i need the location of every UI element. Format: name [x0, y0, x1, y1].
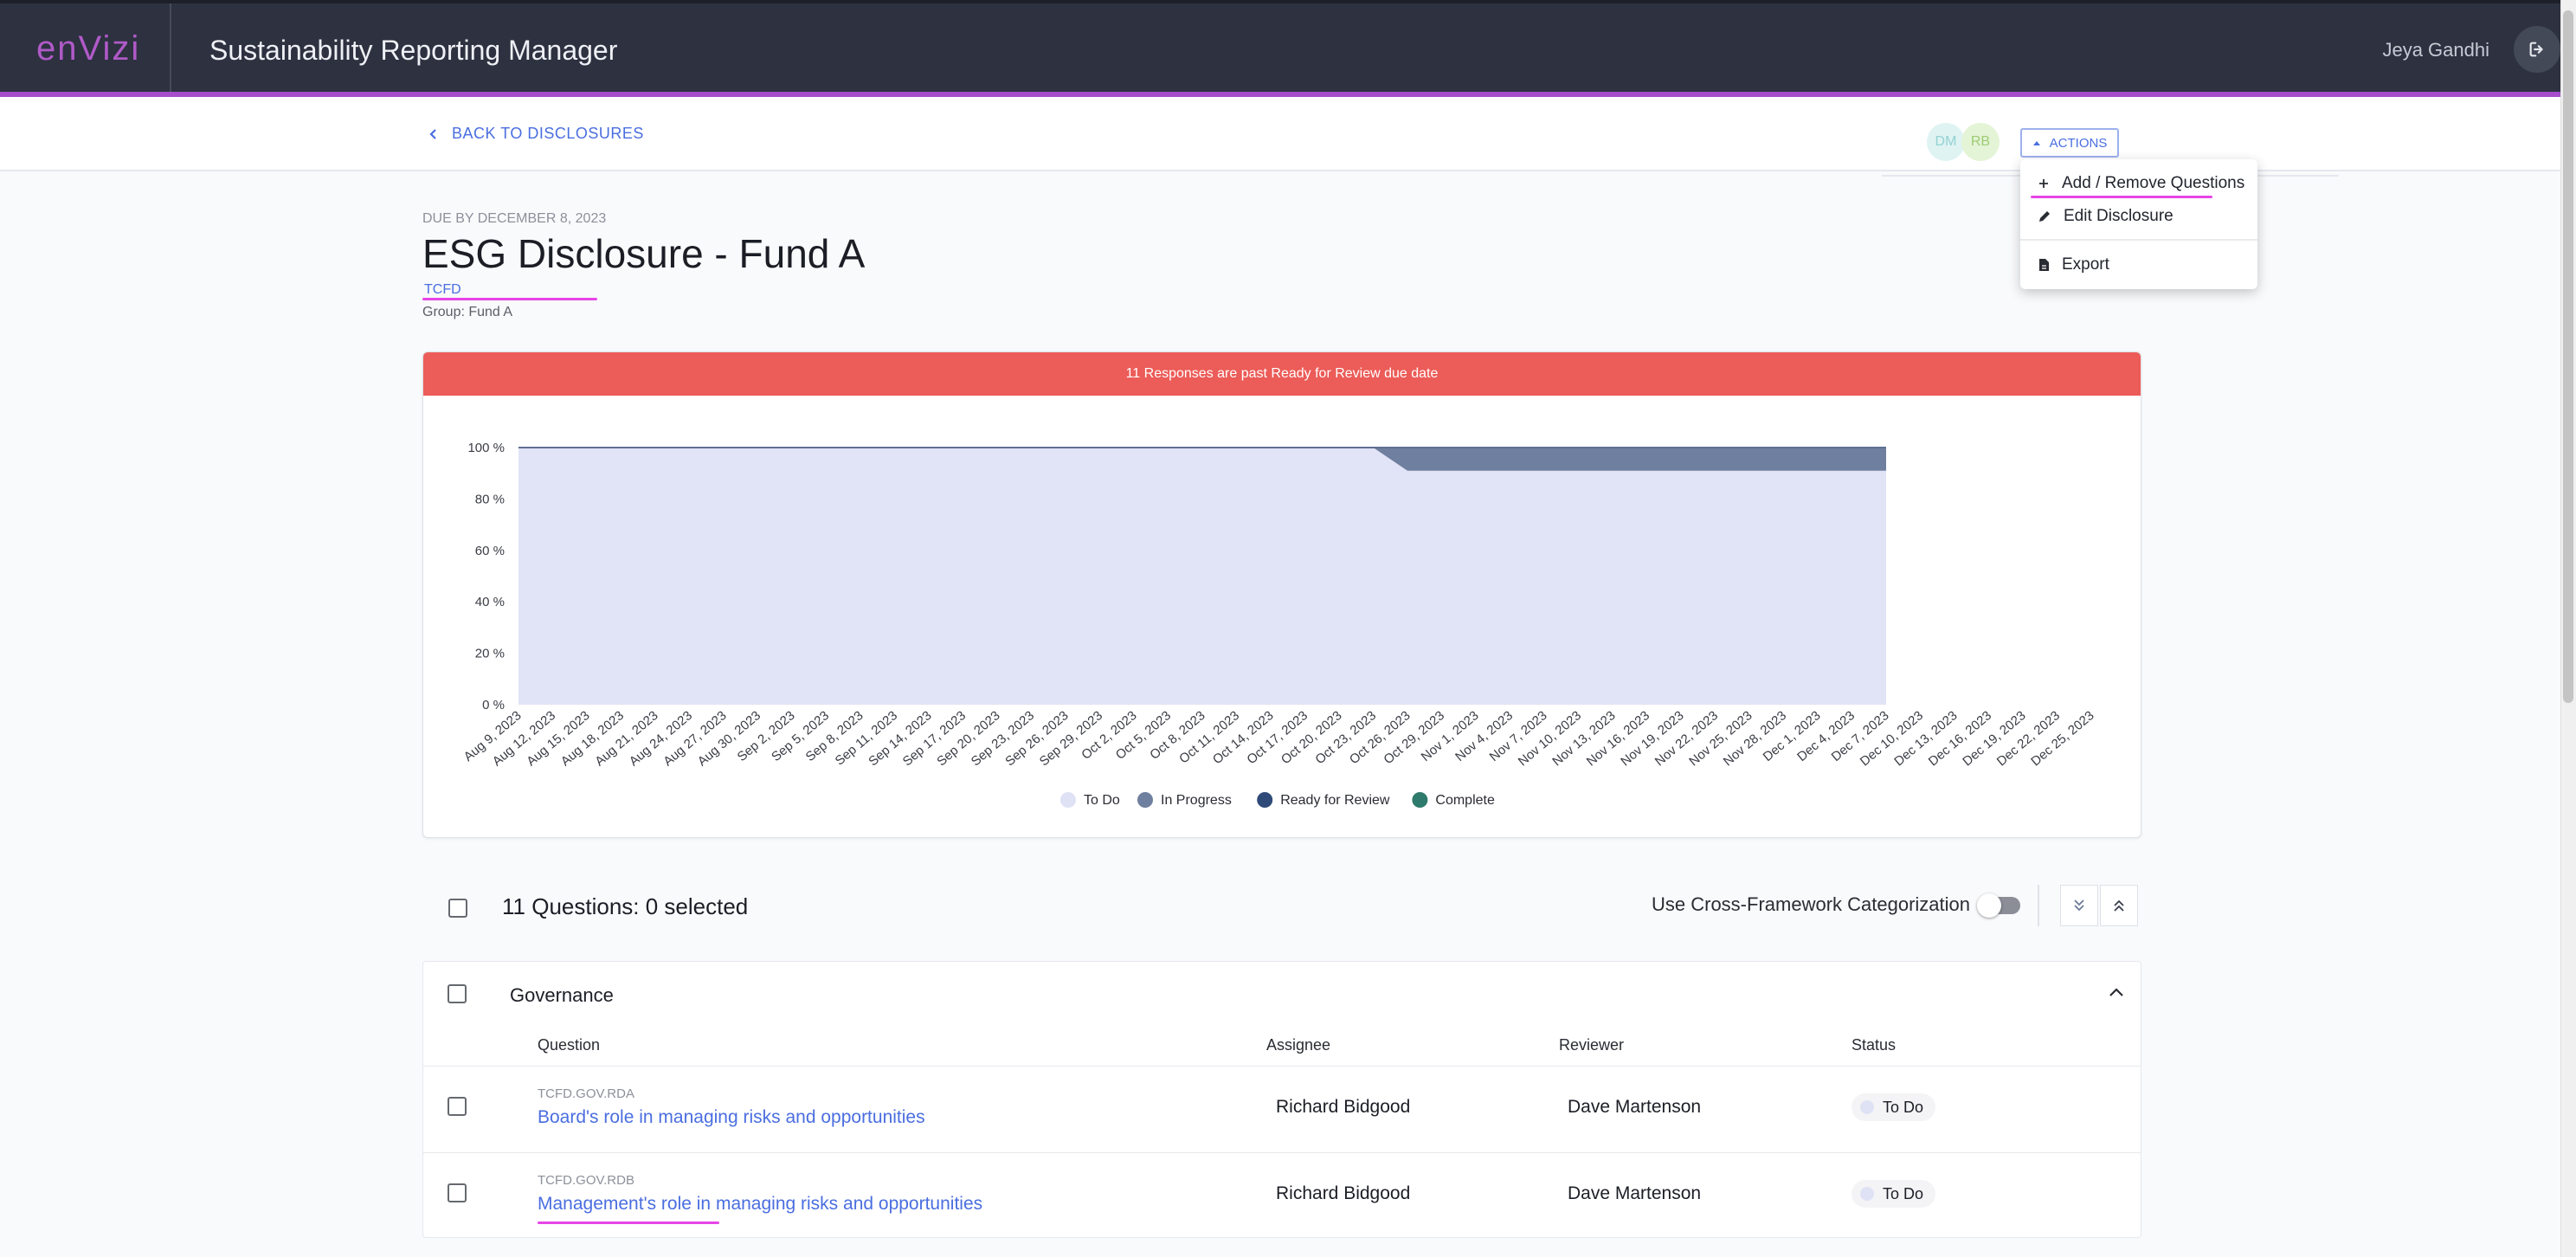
progress-chart: 0 %20 %40 %60 %80 %100 %Aug 9, 2023Aug 1…	[461, 441, 2097, 808]
app-title: Sustainability Reporting Manager	[209, 35, 618, 66]
annotation-underline	[2031, 196, 2212, 198]
question-code: TCFD.GOV.RDB	[538, 1173, 634, 1188]
toolbar-divider	[2038, 885, 2039, 926]
legend-swatch	[1137, 792, 1153, 808]
legend-swatch	[1257, 792, 1273, 808]
user-name[interactable]: Jeya Gandhi	[2382, 39, 2489, 61]
group-label: Group: Fund A	[422, 305, 513, 319]
status-label: To Do	[1883, 1184, 1924, 1202]
back-to-disclosures-link[interactable]: BACK TO DISCLOSURES	[429, 125, 644, 143]
y-tick-label: 0 %	[482, 698, 505, 712]
actions-label: ACTIONS	[2049, 135, 2108, 151]
column-header-assignee: Assignee	[1266, 1036, 1331, 1054]
governance-section: Governance Question Assignee Reviewer St…	[422, 961, 2141, 1238]
status-label: To Do	[1883, 1098, 1924, 1116]
row-checkbox[interactable]	[448, 1183, 467, 1202]
column-header-status: Status	[1852, 1036, 1897, 1054]
select-all-checkbox[interactable]	[448, 899, 467, 918]
menu-item-add-remove-questions[interactable]: Add / Remove Questions	[2020, 168, 2257, 199]
page-title: ESG Disclosure - Fund A	[422, 231, 866, 276]
legend-label: Complete	[1435, 793, 1495, 808]
series-area-to-do	[518, 448, 1886, 705]
progress-chart-card: 11 Responses are past Ready for Review d…	[422, 351, 2141, 838]
due-date: DUE BY DECEMBER 8, 2023	[422, 211, 607, 226]
chevrons-down-icon	[2074, 899, 2084, 912]
scrollbar-thumb[interactable]	[2563, 10, 2573, 703]
cross-framework-toggle[interactable]	[1977, 893, 2020, 918]
assignee-name: Richard Bidgood	[1276, 1097, 1411, 1117]
menu-item-export[interactable]: Export	[2020, 249, 2257, 280]
framework-link[interactable]: TCFD	[424, 282, 461, 298]
questions-count: 11 Questions: 0 selected	[502, 893, 749, 919]
avatar[interactable]: RB	[1961, 123, 2000, 161]
menu-divider	[2020, 239, 2257, 241]
section-title[interactable]: Governance	[510, 984, 614, 1007]
logout-button[interactable]	[2514, 26, 2560, 73]
menu-item-label: Edit Disclosure	[2064, 207, 2174, 225]
header-divider	[170, 3, 171, 92]
chevron-left-icon	[429, 128, 436, 139]
chevron-up-icon[interactable]	[2108, 986, 2125, 998]
status-dot	[1860, 1187, 1874, 1201]
menu-item-edit-disclosure[interactable]: Edit Disclosure	[2020, 201, 2257, 232]
caret-up-icon	[2032, 141, 2040, 145]
question-link[interactable]: Management's role in managing risks and …	[538, 1194, 982, 1215]
cross-framework-label: Use Cross-Framework Categorization	[1652, 893, 1970, 915]
legend-label: To Do	[1084, 793, 1120, 808]
y-tick-label: 20 %	[475, 647, 505, 661]
y-tick-label: 100 %	[467, 441, 505, 455]
legend-label: Ready for Review	[1280, 793, 1390, 808]
question-link[interactable]: Board's role in managing risks and oppor…	[538, 1107, 925, 1128]
plus-icon	[2039, 179, 2048, 188]
page-scrollbar[interactable]	[2560, 0, 2576, 1257]
question-code: TCFD.GOV.RDA	[538, 1086, 634, 1101]
actions-menu: Add / Remove Questions Edit Disclosure E…	[2020, 159, 2257, 289]
reviewer-name: Dave Martenson	[1568, 1097, 1702, 1117]
legend-swatch	[1412, 792, 1428, 808]
y-tick-label: 40 %	[475, 595, 505, 609]
section-checkbox[interactable]	[448, 984, 467, 1003]
reviewer-name: Dave Martenson	[1568, 1183, 1702, 1203]
expand-all-button[interactable]	[2060, 885, 2098, 926]
legend-swatch	[1060, 792, 1076, 808]
row-checkbox[interactable]	[448, 1097, 467, 1116]
collapse-all-button[interactable]	[2100, 885, 2138, 926]
status-badge: To Do	[1852, 1093, 1936, 1121]
divider	[423, 1152, 2141, 1153]
actions-button[interactable]: ACTIONS	[2020, 128, 2119, 158]
legend-label: In Progress	[1161, 793, 1232, 808]
app-logo[interactable]: enVizi	[36, 29, 140, 68]
annotation-underline	[422, 298, 597, 300]
status-dot	[1860, 1100, 1874, 1114]
menu-item-label: Add / Remove Questions	[2062, 174, 2245, 192]
app-header: enVizi Sustainability Reporting Manager …	[0, 0, 2560, 97]
chevrons-up-icon	[2114, 899, 2124, 912]
y-tick-label: 80 %	[475, 492, 505, 506]
avatar[interactable]: DM	[1927, 123, 1965, 161]
document-icon	[2039, 259, 2049, 271]
column-header-question: Question	[538, 1036, 601, 1054]
menu-item-label: Export	[2062, 255, 2109, 274]
toggle-knob	[1977, 893, 2001, 918]
column-header-reviewer: Reviewer	[1559, 1036, 1625, 1054]
overdue-banner: 11 Responses are past Ready for Review d…	[423, 352, 2141, 396]
annotation-underline	[538, 1222, 719, 1224]
y-tick-label: 60 %	[475, 544, 505, 558]
pencil-icon	[2039, 211, 2050, 222]
assignee-name: Richard Bidgood	[1276, 1183, 1411, 1203]
back-link-label: BACK TO DISCLOSURES	[452, 125, 644, 142]
status-badge: To Do	[1852, 1180, 1936, 1208]
logout-icon	[2529, 42, 2543, 57]
divider	[423, 1066, 2141, 1067]
